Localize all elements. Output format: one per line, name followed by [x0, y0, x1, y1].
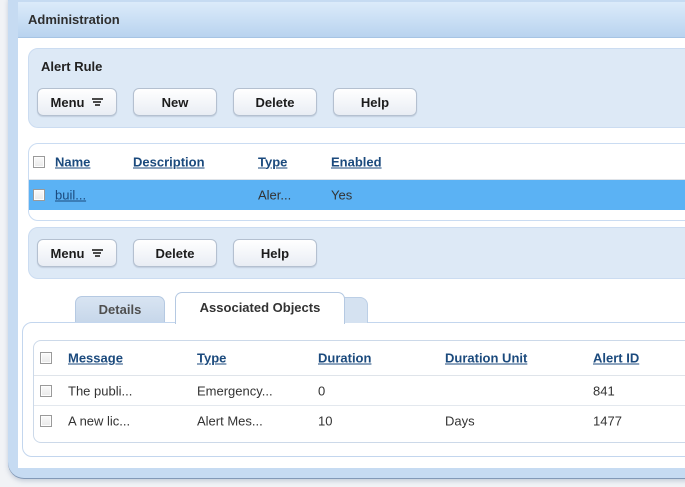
help-button-label: Help — [361, 95, 389, 110]
new-button-label: New — [162, 95, 189, 110]
column-header-name[interactable]: Name — [55, 154, 90, 169]
page-title: Administration — [18, 2, 685, 38]
row-checkbox[interactable] — [40, 385, 52, 397]
menu-dropdown-icon — [91, 97, 103, 107]
column-header-alert-id[interactable]: Alert ID — [593, 351, 639, 366]
menu-button-label: Menu — [51, 95, 85, 110]
object-duration-unit: Days — [445, 413, 475, 428]
associated-objects-table: Message Type Duration Duration Unit Aler… — [33, 340, 685, 443]
detail-menu-button[interactable]: Menu — [37, 239, 117, 267]
associated-objects-header-row: Message Type Duration Duration Unit Aler… — [34, 341, 685, 376]
object-type: Alert Mes... — [197, 413, 263, 428]
row-checkbox[interactable] — [40, 415, 52, 427]
help-button[interactable]: Help — [333, 88, 417, 116]
delete-button-label: Delete — [255, 95, 294, 110]
object-alert-id: 841 — [593, 383, 615, 398]
detail-help-button[interactable]: Help — [233, 239, 317, 267]
column-header-description[interactable]: Description — [133, 154, 205, 169]
alert-rule-title: Alert Rule — [41, 59, 102, 74]
table-row[interactable]: buil... Aler... Yes — [29, 180, 685, 210]
table-row[interactable]: A new lic... Alert Mes... 10 Days 1477 — [34, 406, 685, 435]
alert-rule-panel: Alert Rule Menu New Delete Help — [28, 48, 685, 128]
menu-button[interactable]: Menu — [37, 88, 117, 116]
object-message: A new lic... — [68, 413, 130, 428]
object-message: The publi... — [68, 383, 132, 398]
alert-rule-name-link[interactable]: buil... — [55, 188, 86, 203]
alert-rules-header-row: Name Description Type Enabled — [29, 144, 685, 180]
object-alert-id: 1477 — [593, 413, 622, 428]
table-row[interactable]: The publi... Emergency... 0 841 — [34, 376, 685, 406]
column-header-duration-unit[interactable]: Duration Unit — [445, 351, 527, 366]
alert-rule-toolbar: Menu New Delete Help — [37, 88, 433, 116]
column-header-enabled[interactable]: Enabled — [331, 154, 382, 169]
delete-button[interactable]: Delete — [233, 88, 317, 116]
new-button[interactable]: New — [133, 88, 217, 116]
table-bottom-spacer — [34, 435, 685, 442]
alert-rule-enabled: Yes — [331, 188, 352, 203]
select-all-checkbox[interactable] — [33, 156, 45, 168]
column-header-type[interactable]: Type — [258, 154, 287, 169]
tab-details[interactable]: Details — [75, 296, 165, 322]
menu-dropdown-icon — [91, 248, 103, 258]
select-all-checkbox[interactable] — [40, 352, 52, 364]
detail-toolbar-panel: Menu Delete Help — [28, 227, 685, 279]
alert-rule-type: Aler... — [258, 188, 291, 203]
detail-toolbar: Menu Delete Help — [37, 239, 333, 267]
detail-delete-button-label: Delete — [155, 246, 194, 261]
column-header-message[interactable]: Message — [68, 351, 123, 366]
object-duration: 10 — [318, 413, 332, 428]
row-checkbox[interactable] — [33, 189, 45, 201]
object-type: Emergency... — [197, 383, 273, 398]
detail-help-button-label: Help — [261, 246, 289, 261]
detail-delete-button[interactable]: Delete — [133, 239, 217, 267]
administration-screen: Administration Alert Rule Menu New Delet… — [0, 0, 685, 487]
column-header-type[interactable]: Type — [197, 351, 226, 366]
detail-menu-button-label: Menu — [51, 246, 85, 261]
column-header-duration[interactable]: Duration — [318, 351, 371, 366]
object-duration: 0 — [318, 383, 325, 398]
table-bottom-spacer — [29, 210, 685, 220]
tab-associated-objects[interactable]: Associated Objects — [175, 292, 345, 324]
alert-rules-table: Name Description Type Enabled buil... Al… — [28, 143, 685, 221]
